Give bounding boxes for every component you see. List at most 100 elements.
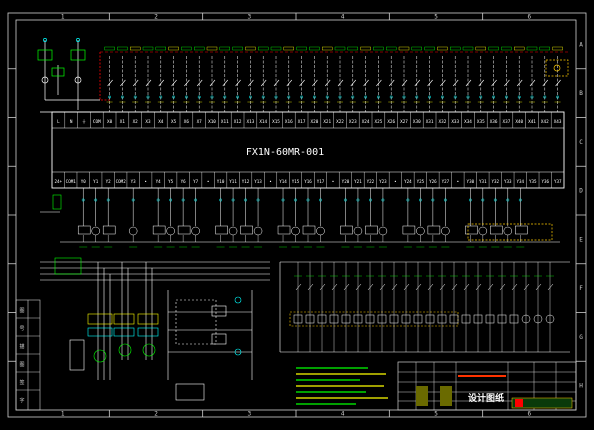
plc-input-terminal-label: COM — [93, 119, 101, 125]
sheet-background — [0, 0, 594, 430]
plc-input-terminal-label: X0 — [107, 119, 113, 125]
plc-input-terminal-label: X11 — [221, 119, 229, 125]
plc-input-terminal-label: X16 — [285, 119, 293, 125]
left-sign-table-label: 图 — [19, 362, 24, 368]
plc-input-terminal-label: X41 — [528, 119, 536, 125]
plc-output-terminal-label: Y1 — [93, 179, 99, 184]
plc-input-terminal-label: X4 — [158, 119, 164, 125]
plc-input-terminal-label: X36 — [490, 119, 498, 125]
plc-input-terminal-label: X1 — [120, 119, 126, 125]
zone-column-label-bottom: 3 — [248, 411, 252, 418]
plc-input-terminal-label: X2 — [133, 119, 139, 125]
plc-output-terminal-label: Y25 — [417, 179, 425, 184]
plc-input-terminal-label: X7 — [197, 119, 203, 125]
plc-input-terminal-label: ⏚ — [82, 119, 86, 125]
zone-column-label-bottom: 2 — [154, 411, 158, 418]
plc-input-terminal-label: X32 — [439, 119, 447, 125]
plc-input-terminal-label: X40 — [515, 119, 523, 125]
zone-row-label: E — [579, 236, 583, 243]
plc-input-terminal-label: X21 — [323, 119, 331, 125]
plc-output-terminal-label: COM1 — [66, 179, 77, 184]
plc-input-terminal-label: X30 — [413, 119, 421, 125]
plc-input-terminal-label: X33 — [451, 119, 459, 125]
zone-row-label: C — [579, 139, 583, 146]
plc-output-terminal-label: • — [457, 179, 460, 184]
left-sign-table-label: 字 — [19, 397, 24, 404]
electrical-schematic-sheet: 112233445566 ABCDEFGH FX1N-60MR-001 L N ⏚ C — [0, 0, 594, 430]
plc-input-terminal-label: X31 — [426, 119, 434, 125]
zone-column-label-top: 3 — [248, 14, 252, 21]
plc-model-label: FX1N-60MR-001 — [246, 147, 324, 158]
plc-output-terminal-label: Y11 — [229, 179, 237, 184]
plc-input-terminal-label: X27 — [400, 119, 408, 125]
plc-input-terminal-label: L — [57, 119, 60, 125]
plc-output-terminal-label: Y31 — [479, 179, 487, 184]
zone-column-label-top: 2 — [154, 14, 158, 21]
plc-input-terminal-label: X13 — [247, 119, 255, 125]
zone-column-label-bottom: 5 — [434, 411, 438, 418]
zone-row-label: G — [579, 334, 583, 341]
plc-output-terminal-label: Y26 — [429, 179, 437, 184]
plc-output-terminal-label: Y27 — [442, 179, 450, 184]
plc-output-terminal-label: Y15 — [292, 179, 300, 184]
plc-input-terminal-label: X15 — [272, 119, 280, 125]
zone-row-label: F — [579, 285, 583, 292]
plc-output-terminal-label: Y7 — [193, 179, 199, 184]
plc-output-terminal-label: • — [332, 179, 335, 184]
plc-output-terminal-label: Y23 — [379, 179, 387, 184]
title-block-title: 设计图纸 — [468, 392, 504, 404]
plc-input-terminal-label: X22 — [336, 119, 344, 125]
left-sign-table-label: 图 — [19, 308, 24, 314]
zone-column-label-bottom: 4 — [341, 411, 345, 418]
plc-input-terminal-label: X24 — [362, 119, 370, 125]
plc-output-terminal-label: Y2 — [106, 179, 112, 184]
plc-input-terminal-label: X26 — [387, 119, 395, 125]
left-sign-table-label: 号 — [19, 326, 24, 332]
plc-input-terminal-label: X23 — [349, 119, 357, 125]
plc-output-terminal-label: • — [144, 179, 147, 184]
plc-output-terminal-label: Y12 — [242, 179, 250, 184]
plc-input-terminal-label: X10 — [208, 119, 216, 125]
plc-output-terminal-label: Y33 — [504, 179, 512, 184]
zone-row-label: A — [579, 41, 583, 48]
left-sign-table-label: 签 — [19, 379, 24, 386]
plc-output-terminal-label: Y5 — [168, 179, 174, 184]
plc-output-terminal-label: Y16 — [304, 179, 312, 184]
plc-input-terminal-label: X3 — [145, 119, 151, 125]
plc-output-terminal-label: Y35 — [529, 179, 537, 184]
plc-output-terminal-label: Y10 — [217, 179, 225, 184]
plc-input-terminal-label: X35 — [477, 119, 485, 125]
zone-row-label: D — [579, 188, 583, 195]
plc-output-terminal-label: Y22 — [367, 179, 375, 184]
zone-row-label: B — [579, 90, 583, 97]
plc-output-terminal-label: Y34 — [517, 179, 525, 184]
zone-column-label-top: 6 — [528, 14, 532, 21]
plc-output-terminal-label: Y3 — [131, 179, 137, 184]
plc-output-terminal-label: Y30 — [467, 179, 475, 184]
plc-input-terminal-label: X17 — [298, 119, 306, 125]
zone-column-label-top: 4 — [341, 14, 345, 21]
plc-input-terminal-label: X43 — [554, 119, 562, 125]
plc-output-terminal-label: Y0 — [81, 179, 87, 184]
zone-row-label: H — [579, 383, 583, 390]
design-notes — [296, 367, 388, 405]
zone-column-label-bottom: 6 — [528, 411, 532, 418]
plc-output-terminal-label: Y24 — [404, 179, 412, 184]
plc-input-terminal-label: X14 — [259, 119, 267, 125]
plc-input-terminal-label: X5 — [171, 119, 177, 125]
plc-input-terminal-label: X34 — [464, 119, 472, 125]
plc-output-terminal-label: Y14 — [279, 179, 287, 184]
plc-output-terminal-label: Y36 — [541, 179, 549, 184]
plc-output-terminal-label: Y4 — [156, 179, 162, 184]
plc-output-terminal-label: COM2 — [116, 179, 127, 184]
zone-column-label-bottom: 1 — [61, 411, 65, 418]
plc-input-terminal-label: X20 — [311, 119, 319, 125]
plc-output-terminal-label: • — [394, 179, 397, 184]
left-sign-table-label: 描 — [19, 343, 24, 350]
zone-column-label-top: 1 — [61, 14, 65, 21]
plc-output-terminal-label: Y37 — [554, 179, 562, 184]
plc-output-terminal-label: 24+ — [54, 179, 62, 184]
plc-output-terminal-label: Y32 — [492, 179, 500, 184]
plc-output-terminal-label: Y13 — [254, 179, 262, 184]
plc-input-terminal-label: N — [70, 119, 73, 125]
